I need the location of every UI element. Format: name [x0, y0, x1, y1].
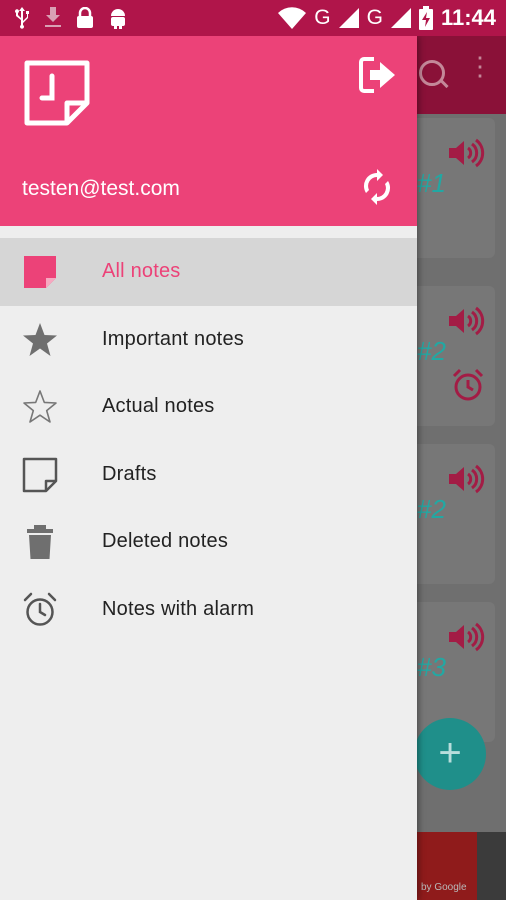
menu-item-notes-with-alarm[interactable]: Notes with alarm — [0, 576, 417, 644]
alarm-clock-icon — [23, 592, 57, 626]
background-toolbar: ⋮ — [417, 36, 506, 114]
network-type-1: G — [314, 6, 331, 29]
menu-item-drafts[interactable]: Drafts — [0, 441, 417, 509]
menu-item-label: Deleted notes — [102, 530, 229, 553]
menu-item-label: All notes — [102, 260, 181, 282]
note-card[interactable]: #1 — [417, 118, 495, 258]
speaker-icon — [449, 622, 485, 652]
menu-item-label: Notes with alarm — [102, 597, 255, 620]
account-email: testen@test.com — [22, 177, 180, 200]
note-number: #3 — [417, 652, 446, 682]
wifi-icon — [278, 7, 307, 29]
drawer-header: testen@test.com — [0, 36, 417, 226]
star-filled-icon — [23, 322, 57, 356]
speaker-icon — [449, 138, 485, 168]
note-number: #2 — [417, 494, 446, 524]
download-icon — [45, 7, 61, 27]
note-number: #1 — [417, 168, 446, 198]
menu-item-label: Actual notes — [102, 395, 215, 418]
menu-item-all-notes[interactable]: All notes — [0, 238, 417, 306]
sync-icon[interactable] — [362, 169, 392, 205]
note-card[interactable]: #2 — [417, 444, 495, 584]
drawer-menu: All notes Important notes Actual notes D… — [0, 238, 417, 644]
usb-icon — [15, 7, 29, 29]
search-icon[interactable] — [419, 60, 445, 86]
menu-item-label: Drafts — [102, 462, 157, 485]
ad-banner[interactable]: by Google — [417, 832, 506, 900]
speaker-icon — [449, 464, 485, 494]
status-bar: G G 11:44 — [0, 0, 506, 36]
lock-icon — [77, 7, 93, 28]
draft-note-icon — [22, 457, 58, 493]
trash-icon — [27, 525, 53, 560]
signal-icon-2 — [390, 8, 411, 28]
network-type-2: G — [366, 6, 383, 29]
logout-icon[interactable] — [358, 56, 398, 94]
menu-item-important-notes[interactable]: Important notes — [0, 306, 417, 374]
alarm-icon — [452, 368, 484, 401]
note-card[interactable]: #2 — [417, 286, 495, 426]
star-outline-icon — [23, 390, 57, 423]
note-icon — [24, 256, 56, 288]
ad-attribution: by Google — [421, 882, 467, 893]
app-logo-icon — [24, 60, 90, 126]
overflow-menu-icon[interactable]: ⋮ — [467, 53, 493, 79]
battery-icon — [418, 6, 433, 30]
menu-item-label: Important notes — [102, 327, 244, 350]
note-number: #2 — [417, 336, 446, 366]
android-icon — [111, 9, 125, 29]
add-note-fab[interactable]: + — [414, 718, 486, 790]
navigation-drawer: testen@test.com All notes Important note… — [0, 36, 417, 900]
clock: 11:44 — [440, 5, 496, 30]
menu-item-actual-notes[interactable]: Actual notes — [0, 373, 417, 441]
signal-icon — [338, 8, 359, 28]
menu-item-deleted-notes[interactable]: Deleted notes — [0, 508, 417, 576]
speaker-icon — [449, 306, 485, 336]
background-notes-list: ⋮ #1 #2 #2 #3 + by Google — [414, 36, 506, 900]
